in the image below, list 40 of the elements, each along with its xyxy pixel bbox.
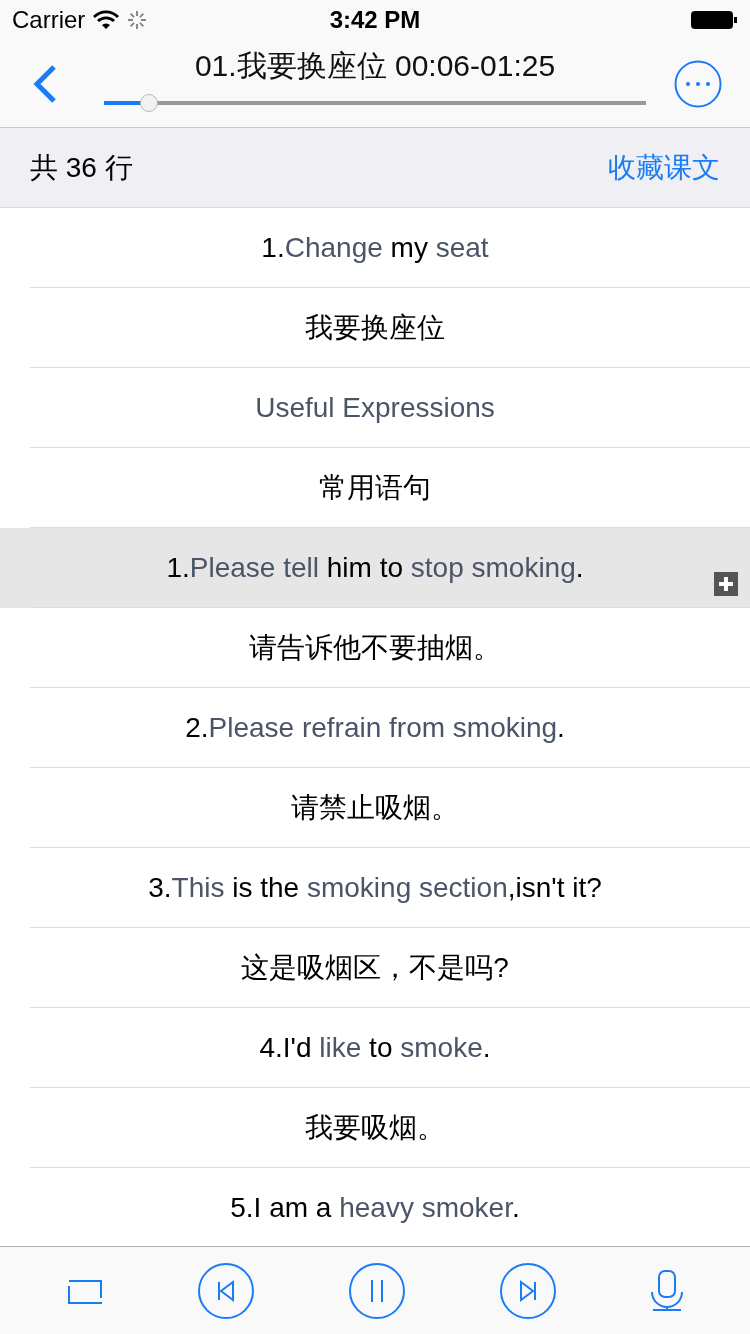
english-sentence: 2.Please refrain from smoking. bbox=[185, 711, 565, 744]
lesson-title: 01.我要换座位 00:06-01:25 bbox=[194, 47, 556, 84]
carrier-label: Carrier bbox=[12, 6, 86, 34]
english-sentence: 1.Please tell him to stop smoking. bbox=[166, 551, 584, 584]
battery-icon bbox=[690, 10, 738, 30]
line-row[interactable]: 2.Please refrain from smoking. bbox=[0, 688, 750, 767]
line-row[interactable]: 这是吸烟区，不是吗? bbox=[0, 928, 750, 1007]
english-sentence: Useful Expressions bbox=[255, 391, 495, 424]
wifi-icon bbox=[93, 10, 120, 30]
english-sentence: 3.This is the smoking section,isn't it? bbox=[148, 871, 602, 904]
chinese-sentence: 我要吸烟。 bbox=[305, 1110, 445, 1145]
back-icon[interactable] bbox=[32, 63, 58, 104]
chinese-sentence: 我要换座位 bbox=[305, 310, 445, 345]
line-row[interactable]: 1.Change my seat bbox=[0, 208, 750, 287]
english-sentence: 1.Change my seat bbox=[261, 231, 489, 264]
line-row[interactable]: 我要吸烟。 bbox=[0, 1088, 750, 1167]
previous-icon[interactable] bbox=[197, 1261, 256, 1320]
line-row[interactable]: 3.This is the smoking section,isn't it? bbox=[0, 848, 750, 927]
chinese-sentence: 这是吸烟区，不是吗? bbox=[241, 950, 509, 985]
line-row[interactable]: 常用语句 bbox=[0, 448, 750, 527]
selected-line-row[interactable]: 1.Please tell him to stop smoking. bbox=[0, 528, 750, 607]
chinese-sentence: 请禁止吸烟。 bbox=[291, 790, 459, 825]
line-row[interactable]: 我要换座位 bbox=[0, 288, 750, 367]
line-count: 共 36 行 bbox=[30, 150, 133, 185]
more-icon[interactable] bbox=[674, 59, 722, 108]
english-sentence: 4.I'd like to smoke. bbox=[259, 1031, 491, 1064]
add-icon[interactable] bbox=[714, 572, 738, 596]
chinese-sentence: 请告诉他不要抽烟。 bbox=[249, 630, 501, 665]
clock-time: 3:42 PM bbox=[329, 6, 421, 33]
chinese-sentence: 常用语句 bbox=[319, 470, 431, 505]
line-row[interactable]: Useful Expressions bbox=[0, 368, 750, 447]
line-row[interactable]: 5.I am a heavy smoker. bbox=[0, 1168, 750, 1246]
pause-icon[interactable] bbox=[348, 1261, 406, 1320]
line-row[interactable]: 请禁止吸烟。 bbox=[0, 768, 750, 847]
line-row[interactable]: 请告诉他不要抽烟。 bbox=[0, 608, 750, 687]
next-icon[interactable] bbox=[498, 1261, 557, 1320]
english-sentence: 5.I am a heavy smoker. bbox=[230, 1191, 520, 1224]
loading-spinner-icon bbox=[127, 10, 148, 30]
line-row[interactable]: 4.I'd like to smoke. bbox=[0, 1008, 750, 1087]
microphone-icon[interactable] bbox=[649, 1269, 684, 1312]
